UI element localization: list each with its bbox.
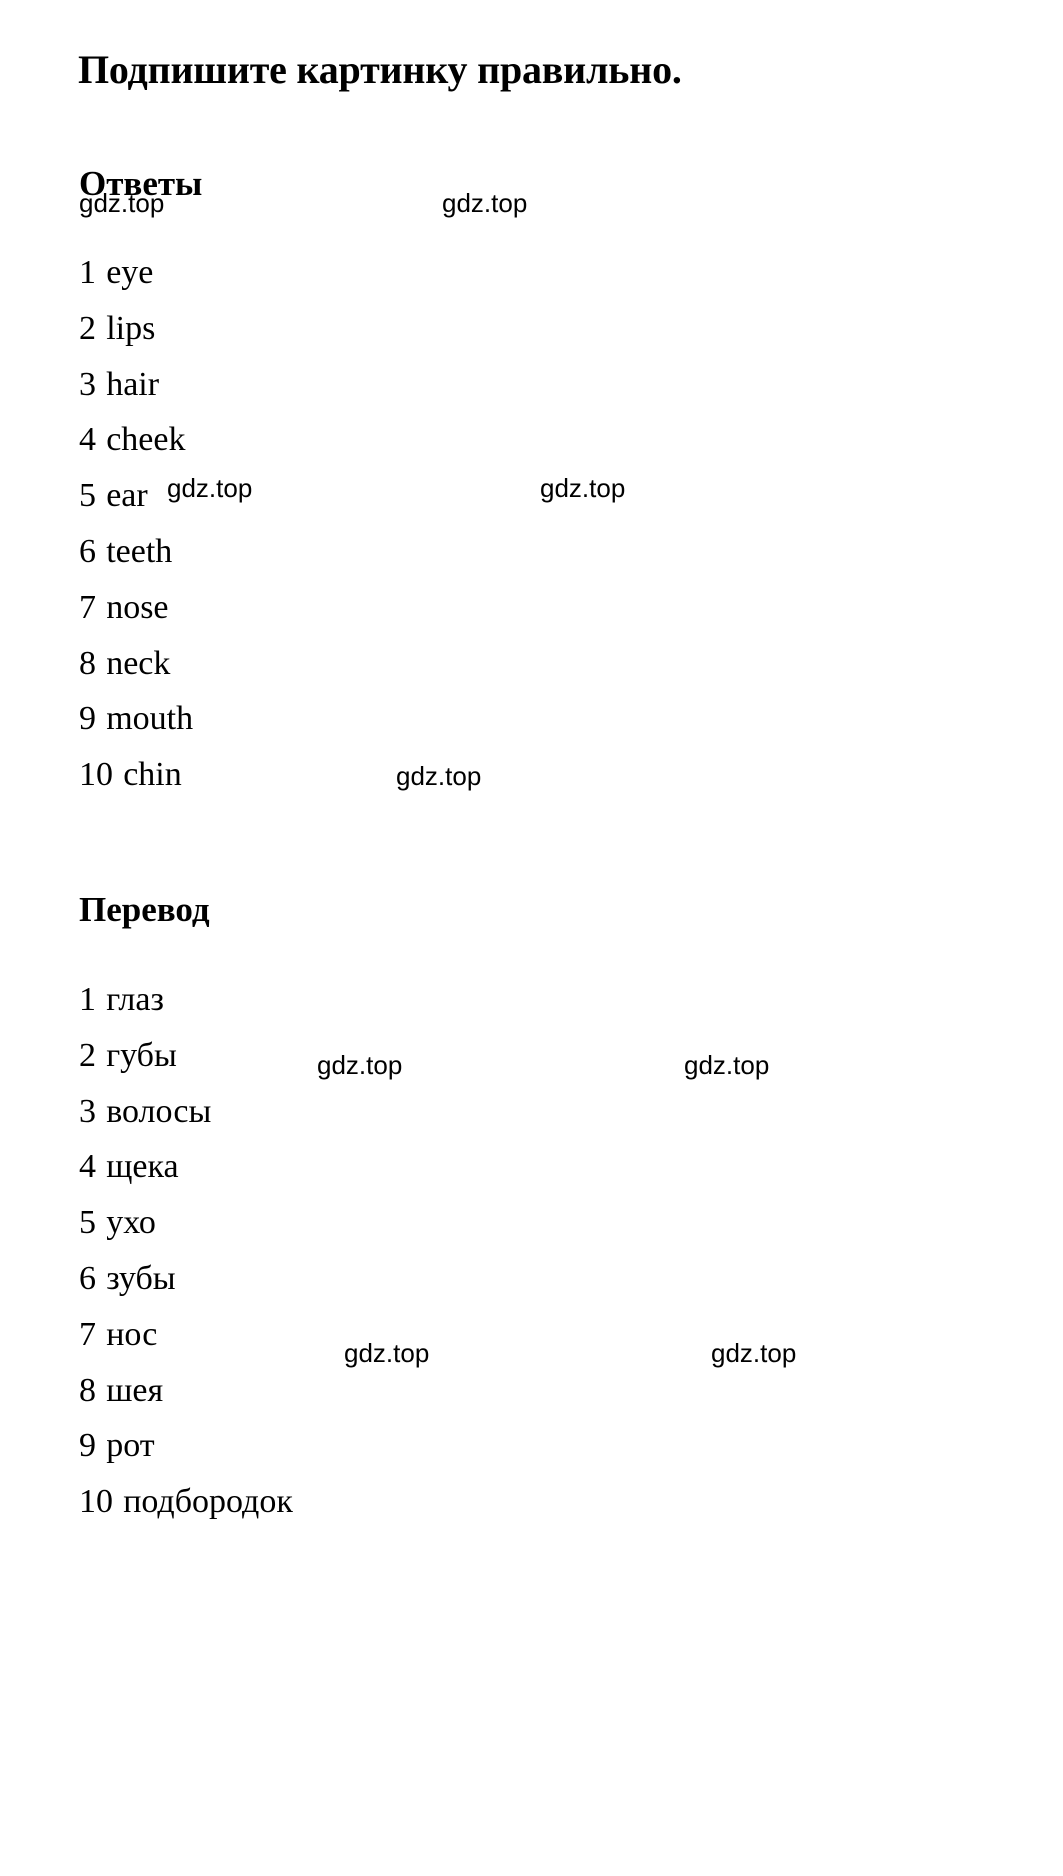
list-item-label: щека [106, 1148, 179, 1186]
list-item-number: 2 [79, 1036, 96, 1074]
list-item: 9 mouth [79, 691, 193, 747]
list-item: 4 щека [79, 1139, 293, 1195]
list-item: 7 nose [79, 580, 193, 636]
list-item: 5 ear [79, 468, 193, 524]
list-item-label: chin [123, 756, 182, 794]
list-item: 5 ухо [79, 1195, 293, 1251]
list-item-number: 3 [79, 365, 96, 403]
list-item: 6 зубы [79, 1251, 293, 1307]
list-item: 10 подбородок [79, 1474, 293, 1530]
list-item-label: neck [106, 644, 171, 682]
watermark-gdz-top: gdz.top [540, 473, 626, 503]
list-item: 8 neck [79, 636, 193, 692]
page-title: Подпишите картинку правильно. [78, 46, 682, 92]
list-item-label: рот [106, 1427, 155, 1465]
list-item-number: 4 [79, 1148, 96, 1186]
list-item-label: ear [106, 477, 148, 515]
section-heading-answers: Ответы [79, 164, 203, 204]
list-item-label: mouth [106, 700, 194, 738]
list-item-number: 1 [79, 254, 96, 291]
section-heading-translation: Перевод [79, 890, 210, 930]
list-item-label: губы [106, 1036, 177, 1074]
list-item-label: шея [106, 1371, 164, 1409]
list-item-label: глаз [106, 981, 164, 1018]
list-item-label: cheek [106, 421, 186, 459]
list-item-number: 8 [79, 1371, 96, 1409]
list-item: 9 рот [79, 1418, 293, 1474]
list-item-number: 5 [79, 1204, 96, 1242]
watermark-gdz-top: gdz.top [442, 188, 528, 218]
list-item-label: teeth [106, 532, 173, 570]
watermark-gdz-top: gdz.top [684, 1050, 770, 1080]
list-item-number: 6 [79, 532, 96, 570]
list-item-number: 9 [79, 700, 96, 738]
list-item-number: 8 [79, 644, 96, 682]
list-item-number: 5 [79, 477, 96, 515]
list-item: 8 шея [79, 1363, 293, 1419]
list-item-number: 10 [79, 1483, 113, 1521]
list-item-number: 3 [79, 1092, 96, 1130]
list-item-label: lips [106, 309, 156, 347]
list-item-number: 6 [79, 1259, 96, 1297]
list-item: 3 волосы [79, 1084, 293, 1140]
list-item: 7 нос [79, 1307, 293, 1363]
list-item-number: 7 [79, 1315, 96, 1353]
list-item-label: eye [106, 254, 154, 291]
document-page: Подпишите картинку правильно. Ответы 1 ey… [0, 0, 1063, 1876]
list-item: 10 chin [79, 747, 193, 803]
watermark-gdz-top: gdz.top [396, 761, 482, 791]
watermark-gdz-top: gdz.top [711, 1338, 797, 1368]
list-item-number: 1 [79, 981, 96, 1018]
watermark-gdz-top: gdz.top [344, 1338, 430, 1368]
list-item: 6 teeth [79, 524, 193, 580]
list-item: 1 eye [79, 245, 193, 301]
watermark-gdz-top: gdz.top [317, 1050, 403, 1080]
list-item-label: hair [106, 365, 160, 403]
list-item-number: 9 [79, 1427, 96, 1465]
list-item: 2 lips [79, 301, 193, 357]
list-item: 1 глаз [79, 972, 293, 1028]
answers-list: 1 eye 2 lips 3 hair 4 cheek 5 ear 6 teeth 7 nose 8 neck… [79, 245, 193, 803]
list-item-number: 2 [79, 309, 96, 347]
list-item: 2 губы [79, 1028, 293, 1084]
list-item-label: зубы [106, 1259, 176, 1297]
list-item-label: nose [106, 588, 169, 626]
list-item-label: ухо [106, 1204, 156, 1242]
list-item-label: волосы [106, 1092, 212, 1130]
list-item-label: подбородок [123, 1483, 293, 1521]
list-item-number: 4 [79, 421, 96, 459]
list-item-number: 7 [79, 588, 96, 626]
list-item-number: 10 [79, 756, 113, 794]
translation-list: 1 глаз 2 губы 3 волосы 4 щека 5 ухо 6 зубы 7 нос 8 шея 9… [79, 972, 293, 1530]
list-item: 3 hair [79, 357, 193, 413]
list-item: 4 cheek [79, 412, 193, 468]
list-item-label: нос [106, 1315, 158, 1353]
